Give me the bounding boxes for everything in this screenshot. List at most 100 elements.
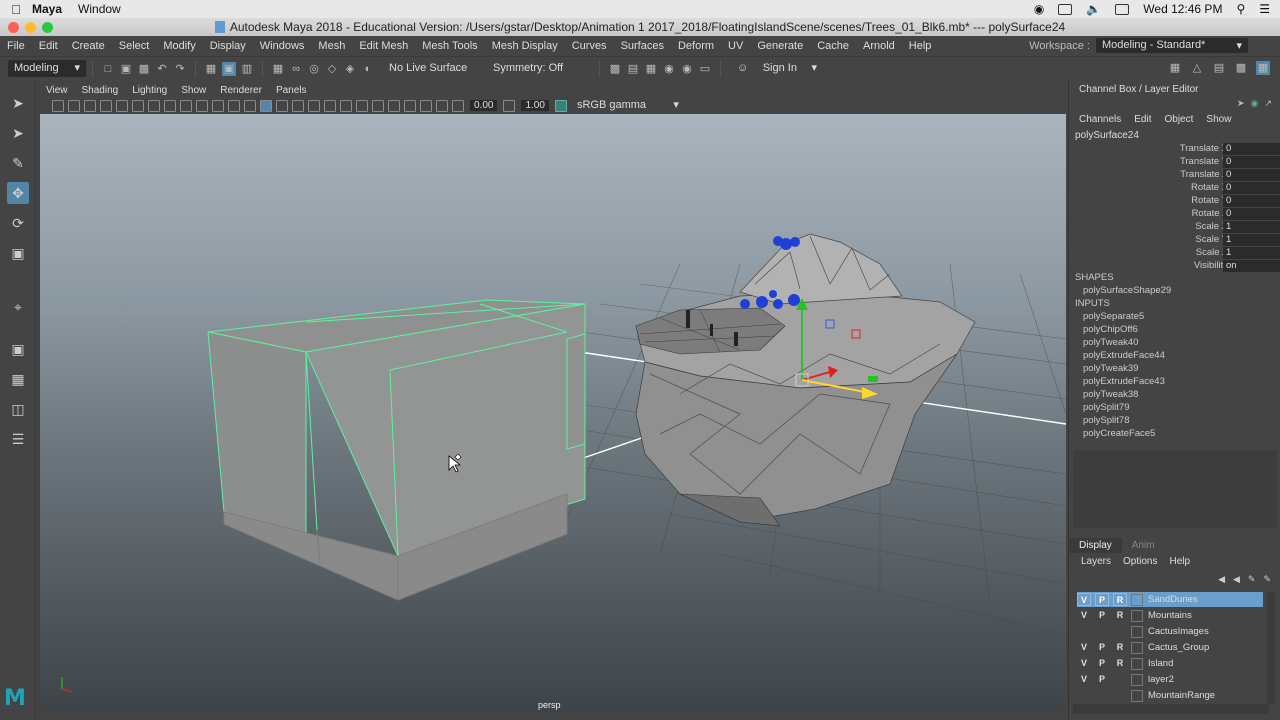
attr-translate-y[interactable]: Translate Y0 — [1069, 156, 1280, 169]
select-tool-icon[interactable]: ➤ — [7, 92, 29, 114]
menu-cache[interactable]: Cache — [810, 40, 856, 52]
selected-box-mesh[interactable] — [207, 299, 586, 601]
attr-translate-z[interactable]: Translate Z0 — [1069, 169, 1280, 182]
visibility-toggle[interactable] — [1077, 689, 1091, 702]
xray-joints-icon[interactable] — [436, 99, 448, 112]
attr-value[interactable]: 1 — [1223, 247, 1280, 259]
layer-edit-icon[interactable] — [1131, 593, 1143, 606]
undo-icon[interactable]: ↶ — [155, 62, 169, 76]
menu-set-dropdown[interactable]: Modeling ▾ — [8, 60, 86, 77]
color-space-dropdown[interactable]: sRGB gamma ▾ — [570, 97, 685, 114]
soft-select-icon[interactable]: ⌖ — [7, 296, 29, 318]
layer-row-cactus-group[interactable]: V P R Cactus_Group — [1077, 640, 1263, 655]
panel-menu-view[interactable]: View — [40, 85, 76, 96]
playback-toggle[interactable] — [1095, 689, 1109, 702]
menu-arnold[interactable]: Arnold — [856, 40, 902, 52]
xray-icon[interactable] — [420, 99, 432, 112]
notification-center-icon[interactable]: ☰ — [1259, 2, 1270, 16]
select-component-icon[interactable]: ▥ — [240, 62, 254, 76]
input-node[interactable]: polyTweak38 — [1083, 389, 1138, 400]
layer-row-cactusimages[interactable]: CactusImages — [1077, 624, 1263, 639]
input-node[interactable]: polyChipOff6 — [1083, 324, 1138, 335]
input-node[interactable]: polySplit79 — [1083, 402, 1129, 413]
layer-row-layer2[interactable]: V Player2 — [1077, 672, 1263, 687]
sync-icon[interactable]: ◉ — [1251, 98, 1259, 109]
playback-toggle[interactable]: P — [1095, 609, 1109, 622]
snap-view-icon[interactable]: ◇ — [325, 62, 339, 76]
visibility-toggle[interactable] — [1077, 625, 1091, 638]
render-settings-icon[interactable]: ◉ — [662, 62, 676, 76]
character-controls-icon[interactable]: △ — [1190, 61, 1204, 75]
menu-mesh-display[interactable]: Mesh Display — [485, 40, 565, 52]
input-node[interactable]: polyTweak40 — [1083, 337, 1138, 348]
render-icon[interactable]: ▤ — [626, 62, 640, 76]
pin-icon[interactable]: ➤ — [1237, 98, 1245, 109]
menu-display[interactable]: Display — [203, 40, 253, 52]
visibility-toggle[interactable]: V — [1077, 673, 1091, 686]
snap-grid-icon[interactable]: ▦ — [271, 62, 285, 76]
reference-toggle[interactable] — [1113, 689, 1127, 702]
reference-toggle[interactable]: R — [1113, 609, 1127, 622]
menu-mesh[interactable]: Mesh — [311, 40, 352, 52]
menu-modify[interactable]: Modify — [156, 40, 202, 52]
spotlight-icon[interactable]: ⚲ — [1236, 2, 1245, 16]
camera-attributes-icon[interactable] — [52, 99, 64, 112]
visibility-toggle[interactable]: V — [1077, 609, 1091, 622]
arnold-render-icon[interactable]: ▭ — [698, 62, 712, 76]
layer-edit-icon[interactable] — [1131, 673, 1143, 686]
hypershade-icon[interactable]: ◉ — [680, 62, 694, 76]
four-view-layout-icon[interactable]: ▦ — [7, 368, 29, 390]
2d-pan-zoom-icon[interactable] — [100, 99, 112, 112]
attr-rotate-x[interactable]: Rotate X0 — [1069, 182, 1280, 195]
clock[interactable]: Wed 12:46 PM — [1143, 2, 1222, 16]
input-node[interactable]: polySeparate5 — [1083, 311, 1144, 322]
ipr-render-icon[interactable]: ▦ — [644, 62, 658, 76]
attr-value[interactable]: 0 — [1223, 169, 1280, 181]
visibility-toggle[interactable]: V — [1077, 657, 1091, 670]
menu-curves[interactable]: Curves — [565, 40, 614, 52]
menu-create[interactable]: Create — [65, 40, 112, 52]
show-menu[interactable]: Show — [1206, 114, 1231, 125]
menu-file[interactable]: File — [0, 40, 32, 52]
menu-surfaces[interactable]: Surfaces — [614, 40, 671, 52]
attr-value[interactable]: 0 — [1223, 143, 1280, 155]
panel-menu-shading[interactable]: Shading — [76, 85, 127, 96]
attr-value[interactable]: on — [1223, 260, 1280, 272]
perspective-viewport[interactable]: persp — [40, 114, 1066, 712]
reference-toggle[interactable]: R — [1113, 657, 1127, 670]
airplay-icon[interactable] — [1058, 3, 1073, 15]
input-node[interactable]: polyExtrudeFace44 — [1083, 350, 1165, 361]
live-surface-field[interactable]: No Live Surface — [383, 60, 479, 77]
gate-mask-icon[interactable] — [180, 99, 192, 112]
attr-value[interactable]: 1 — [1223, 234, 1280, 246]
object-menu[interactable]: Object — [1165, 114, 1194, 125]
menu-windows[interactable]: Windows — [253, 40, 312, 52]
layer-edit-icon[interactable] — [1131, 657, 1143, 670]
move-layer-down-icon[interactable]: ◀ — [1233, 574, 1240, 585]
layer-row-mountains[interactable]: V P R Mountains — [1077, 608, 1263, 623]
default-lighting-icon[interactable] — [276, 99, 288, 112]
attr-rotate-y[interactable]: Rotate Y0 — [1069, 195, 1280, 208]
attr-value[interactable]: 0 — [1223, 208, 1280, 220]
sign-in-button[interactable]: ☺ Sign In ▾ — [731, 60, 823, 77]
film-gate-icon[interactable] — [148, 99, 160, 112]
panel-menu-show[interactable]: Show — [175, 85, 214, 96]
minimize-window-button[interactable] — [25, 22, 36, 33]
attr-value[interactable]: 0 — [1223, 182, 1280, 194]
menu-help[interactable]: Help — [902, 40, 939, 52]
snap-live-icon[interactable]: ◐ — [361, 62, 375, 76]
app-menu-maya[interactable]: Maya — [32, 2, 62, 16]
textured-icon[interactable] — [292, 99, 304, 112]
playback-toggle[interactable]: P — [1095, 641, 1109, 654]
reference-toggle[interactable] — [1113, 673, 1127, 686]
attr-value[interactable]: 0 — [1223, 195, 1280, 207]
battery-icon[interactable] — [1115, 3, 1130, 15]
close-window-button[interactable] — [8, 22, 19, 33]
anti-aliasing-icon[interactable] — [372, 99, 384, 112]
menu-deform[interactable]: Deform — [671, 40, 721, 52]
attr-rotate-z[interactable]: Rotate Z0 — [1069, 208, 1280, 221]
input-node[interactable]: polyTweak39 — [1083, 363, 1138, 374]
smooth-shade-icon[interactable] — [260, 99, 272, 112]
attr-scale-x[interactable]: Scale X1 — [1069, 221, 1280, 234]
scale-tool-icon[interactable]: ▣ — [7, 242, 29, 264]
